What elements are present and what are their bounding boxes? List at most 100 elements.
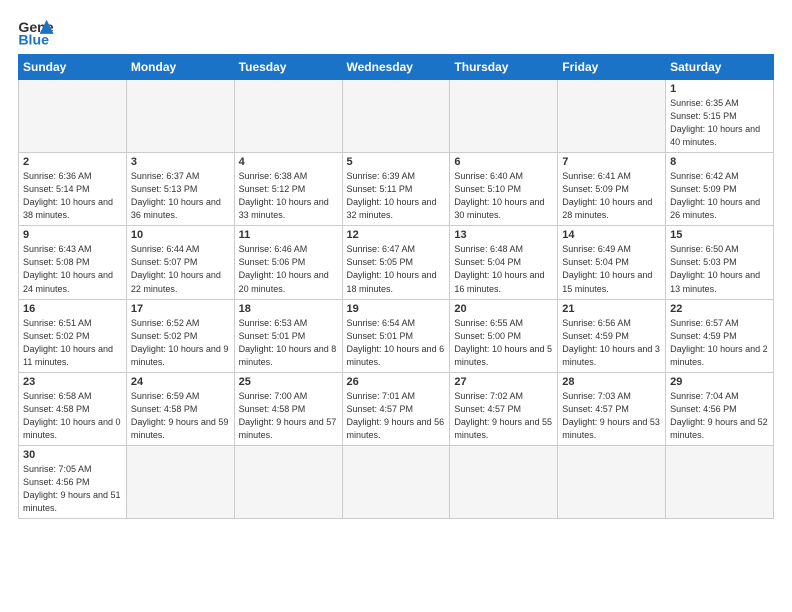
day-info: Sunrise: 6:52 AM Sunset: 5:02 PM Dayligh… bbox=[131, 317, 230, 369]
day-info: Sunrise: 6:49 AM Sunset: 5:04 PM Dayligh… bbox=[562, 243, 661, 295]
calendar-cell: 6 Sunrise: 6:40 AM Sunset: 5:10 PM Daylig… bbox=[450, 153, 558, 226]
day-info: Sunrise: 6:46 AM Sunset: 5:06 PM Dayligh… bbox=[239, 243, 338, 295]
calendar-cell: 1Sunrise: 6:35 AM Sunset: 5:15 PM Daylig… bbox=[666, 80, 774, 153]
day-number: 21 bbox=[562, 303, 661, 315]
calendar-cell bbox=[558, 445, 666, 518]
calendar-cell: 28 Sunrise: 7:03 AM Sunset: 4:57 PM Dayli… bbox=[558, 372, 666, 445]
day-number: 30 bbox=[23, 449, 122, 461]
calendar-cell bbox=[342, 445, 450, 518]
col-sunday: Sunday bbox=[19, 55, 127, 80]
day-info: Sunrise: 6:54 AM Sunset: 5:01 PM Dayligh… bbox=[347, 317, 446, 369]
calendar: Sunday Monday Tuesday Wednesday Thursday… bbox=[18, 54, 774, 519]
calendar-cell: 11Sunrise: 6:46 AM Sunset: 5:06 PM Dayli… bbox=[234, 226, 342, 299]
day-info: Sunrise: 6:58 AM Sunset: 4:58 PM Dayligh… bbox=[23, 390, 122, 442]
calendar-cell bbox=[126, 445, 234, 518]
col-monday: Monday bbox=[126, 55, 234, 80]
day-info: Sunrise: 6:48 AM Sunset: 5:04 PM Dayligh… bbox=[454, 243, 553, 295]
col-friday: Friday bbox=[558, 55, 666, 80]
col-saturday: Saturday bbox=[666, 55, 774, 80]
calendar-cell: 17 Sunrise: 6:52 AM Sunset: 5:02 PM Dayli… bbox=[126, 299, 234, 372]
day-number: 1 bbox=[670, 83, 769, 95]
day-info: Sunrise: 6:59 AM Sunset: 4:58 PM Dayligh… bbox=[131, 390, 230, 442]
calendar-cell: 3 Sunrise: 6:37 AM Sunset: 5:13 PM Daylig… bbox=[126, 153, 234, 226]
calendar-cell: 15Sunrise: 6:50 AM Sunset: 5:03 PM Dayli… bbox=[666, 226, 774, 299]
day-number: 3 bbox=[131, 156, 230, 168]
day-number: 12 bbox=[347, 229, 446, 241]
day-number: 14 bbox=[562, 229, 661, 241]
calendar-week-row: 1Sunrise: 6:35 AM Sunset: 5:15 PM Daylig… bbox=[19, 80, 774, 153]
day-info: Sunrise: 6:36 AM Sunset: 5:14 PM Dayligh… bbox=[23, 170, 122, 222]
day-info: Sunrise: 6:40 AM Sunset: 5:10 PM Dayligh… bbox=[454, 170, 553, 222]
page: General Blue Sunday Monday Tuesday Wedne… bbox=[0, 0, 792, 612]
day-info: Sunrise: 6:56 AM Sunset: 4:59 PM Dayligh… bbox=[562, 317, 661, 369]
day-number: 24 bbox=[131, 376, 230, 388]
calendar-cell: 20 Sunrise: 6:55 AM Sunset: 5:00 PM Dayli… bbox=[450, 299, 558, 372]
day-number: 20 bbox=[454, 303, 553, 315]
col-tuesday: Tuesday bbox=[234, 55, 342, 80]
day-info: Sunrise: 7:03 AM Sunset: 4:57 PM Dayligh… bbox=[562, 390, 661, 442]
calendar-cell: 25 Sunrise: 7:00 AM Sunset: 4:58 PM Dayli… bbox=[234, 372, 342, 445]
day-number: 17 bbox=[131, 303, 230, 315]
calendar-cell: 12Sunrise: 6:47 AM Sunset: 5:05 PM Dayli… bbox=[342, 226, 450, 299]
day-number: 7 bbox=[562, 156, 661, 168]
calendar-cell: 21 Sunrise: 6:56 AM Sunset: 4:59 PM Dayli… bbox=[558, 299, 666, 372]
calendar-cell: 27 Sunrise: 7:02 AM Sunset: 4:57 PM Dayli… bbox=[450, 372, 558, 445]
calendar-body: 1Sunrise: 6:35 AM Sunset: 5:15 PM Daylig… bbox=[19, 80, 774, 519]
calendar-cell: 4Sunrise: 6:38 AM Sunset: 5:12 PM Daylig… bbox=[234, 153, 342, 226]
day-info: Sunrise: 6:55 AM Sunset: 5:00 PM Dayligh… bbox=[454, 317, 553, 369]
calendar-cell: 29Sunrise: 7:04 AM Sunset: 4:56 PM Dayli… bbox=[666, 372, 774, 445]
calendar-cell: 19Sunrise: 6:54 AM Sunset: 5:01 PM Dayli… bbox=[342, 299, 450, 372]
day-info: Sunrise: 7:02 AM Sunset: 4:57 PM Dayligh… bbox=[454, 390, 553, 442]
calendar-cell bbox=[342, 80, 450, 153]
calendar-week-row: 2 Sunrise: 6:36 AM Sunset: 5:14 PM Daylig… bbox=[19, 153, 774, 226]
day-info: Sunrise: 6:42 AM Sunset: 5:09 PM Dayligh… bbox=[670, 170, 769, 222]
day-info: Sunrise: 6:44 AM Sunset: 5:07 PM Dayligh… bbox=[131, 243, 230, 295]
day-number: 13 bbox=[454, 229, 553, 241]
day-info: Sunrise: 6:38 AM Sunset: 5:12 PM Dayligh… bbox=[239, 170, 338, 222]
calendar-cell: 18Sunrise: 6:53 AM Sunset: 5:01 PM Dayli… bbox=[234, 299, 342, 372]
day-number: 29 bbox=[670, 376, 769, 388]
day-info: Sunrise: 7:00 AM Sunset: 4:58 PM Dayligh… bbox=[239, 390, 338, 442]
day-number: 8 bbox=[670, 156, 769, 168]
calendar-cell: 23 Sunrise: 6:58 AM Sunset: 4:58 PM Dayli… bbox=[19, 372, 127, 445]
calendar-cell bbox=[234, 445, 342, 518]
day-info: Sunrise: 6:50 AM Sunset: 5:03 PM Dayligh… bbox=[670, 243, 769, 295]
calendar-cell: 5Sunrise: 6:39 AM Sunset: 5:11 PM Daylig… bbox=[342, 153, 450, 226]
calendar-cell: 8 Sunrise: 6:42 AM Sunset: 5:09 PM Daylig… bbox=[666, 153, 774, 226]
day-number: 26 bbox=[347, 376, 446, 388]
calendar-cell: 7 Sunrise: 6:41 AM Sunset: 5:09 PM Daylig… bbox=[558, 153, 666, 226]
calendar-cell: 13 Sunrise: 6:48 AM Sunset: 5:04 PM Dayli… bbox=[450, 226, 558, 299]
calendar-cell: 2 Sunrise: 6:36 AM Sunset: 5:14 PM Daylig… bbox=[19, 153, 127, 226]
calendar-cell: 24 Sunrise: 6:59 AM Sunset: 4:58 PM Dayli… bbox=[126, 372, 234, 445]
calendar-week-row: 23 Sunrise: 6:58 AM Sunset: 4:58 PM Dayli… bbox=[19, 372, 774, 445]
day-number: 6 bbox=[454, 156, 553, 168]
day-number: 16 bbox=[23, 303, 122, 315]
calendar-cell bbox=[234, 80, 342, 153]
logo-icon: General Blue bbox=[18, 18, 54, 48]
calendar-cell bbox=[19, 80, 127, 153]
day-info: Sunrise: 6:51 AM Sunset: 5:02 PM Dayligh… bbox=[23, 317, 122, 369]
day-number: 9 bbox=[23, 229, 122, 241]
calendar-cell bbox=[126, 80, 234, 153]
day-number: 10 bbox=[131, 229, 230, 241]
calendar-cell: 14 Sunrise: 6:49 AM Sunset: 5:04 PM Dayli… bbox=[558, 226, 666, 299]
calendar-cell: 26Sunrise: 7:01 AM Sunset: 4:57 PM Dayli… bbox=[342, 372, 450, 445]
day-info: Sunrise: 6:37 AM Sunset: 5:13 PM Dayligh… bbox=[131, 170, 230, 222]
day-number: 23 bbox=[23, 376, 122, 388]
header: General Blue bbox=[18, 18, 774, 48]
day-info: Sunrise: 6:57 AM Sunset: 4:59 PM Dayligh… bbox=[670, 317, 769, 369]
day-number: 27 bbox=[454, 376, 553, 388]
day-number: 5 bbox=[347, 156, 446, 168]
day-number: 25 bbox=[239, 376, 338, 388]
day-number: 18 bbox=[239, 303, 338, 315]
day-info: Sunrise: 6:41 AM Sunset: 5:09 PM Dayligh… bbox=[562, 170, 661, 222]
day-number: 28 bbox=[562, 376, 661, 388]
day-number: 22 bbox=[670, 303, 769, 315]
calendar-header-row: Sunday Monday Tuesday Wednesday Thursday… bbox=[19, 55, 774, 80]
calendar-cell bbox=[558, 80, 666, 153]
calendar-week-row: 16 Sunrise: 6:51 AM Sunset: 5:02 PM Dayli… bbox=[19, 299, 774, 372]
calendar-cell: 30Sunrise: 7:05 AM Sunset: 4:56 PM Dayli… bbox=[19, 445, 127, 518]
calendar-cell bbox=[450, 80, 558, 153]
day-number: 2 bbox=[23, 156, 122, 168]
logo: General Blue bbox=[18, 18, 54, 48]
